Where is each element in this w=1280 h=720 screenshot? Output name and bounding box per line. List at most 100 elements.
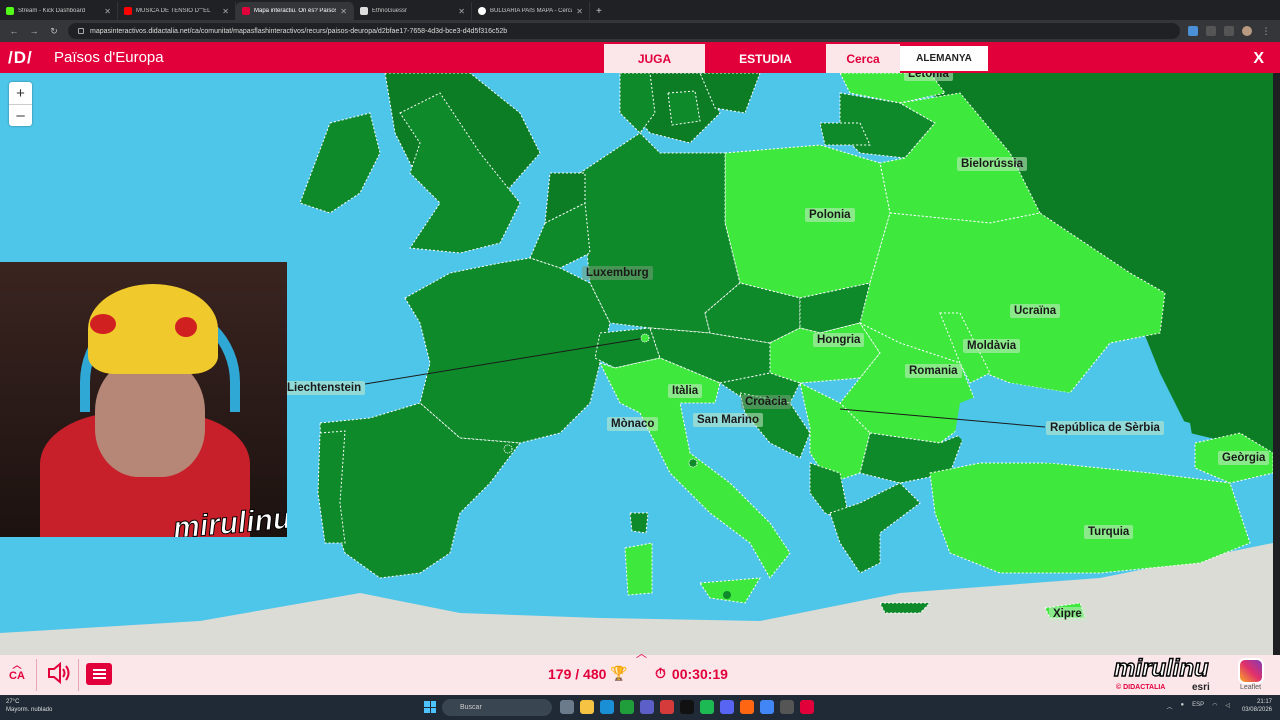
label-san-marino[interactable]: San Marino — [693, 413, 763, 427]
firefox-icon[interactable] — [740, 700, 754, 714]
didactalia-logo[interactable]: /D/ — [0, 48, 46, 68]
label-georgia[interactable]: Geòrgia — [1218, 451, 1270, 465]
back-icon[interactable]: ← — [8, 26, 20, 36]
extensions-menu-icon[interactable] — [1224, 26, 1234, 36]
label-monaco[interactable]: Mònaco — [607, 417, 659, 431]
task-view-icon[interactable] — [560, 700, 574, 714]
tab-search[interactable]: Cerca — [826, 44, 900, 73]
label-romania[interactable]: Romania — [905, 364, 962, 378]
esri-logo[interactable]: esri — [1192, 682, 1210, 693]
url-field[interactable]: mapasinteractivos.didactalia.net/ca/comu… — [68, 23, 1180, 39]
close-tab-icon[interactable]: ✕ — [340, 7, 347, 16]
expand-arrow-icon[interactable]: ︿ — [636, 645, 647, 661]
app-icon[interactable] — [660, 700, 674, 714]
wifi-icon[interactable]: ◠ — [1212, 702, 1217, 711]
tab-play[interactable]: JUGA — [604, 44, 705, 73]
close-tab-icon[interactable]: ✕ — [222, 7, 229, 16]
profile-avatar-icon[interactable] — [1242, 26, 1252, 36]
site-info-icon[interactable] — [78, 28, 84, 34]
label-hungary[interactable]: Hongria — [813, 333, 865, 347]
browser-tab[interactable]: MÚSICA DE TENSIÓ D""EL ✕ — [118, 2, 236, 20]
volume-icon[interactable]: ◁ — [1225, 702, 1230, 711]
label-cyprus[interactable]: Xipre — [1049, 607, 1086, 621]
label-liechtenstein[interactable]: Liechtenstein — [283, 381, 366, 395]
weather-temp: 27°C — [6, 699, 20, 705]
microphone-icon[interactable]: ● — [1180, 702, 1184, 711]
menu-kebab-icon[interactable]: ⋮ — [1260, 26, 1272, 37]
list-icon[interactable] — [86, 663, 112, 685]
stopwatch-icon: ⏱ — [655, 665, 666, 681]
file-explorer-icon[interactable] — [580, 700, 594, 714]
language-code: CA — [9, 670, 25, 682]
windows-start-icon[interactable] — [424, 701, 436, 713]
label-latvia[interactable]: Letònia — [904, 73, 953, 81]
mode-tabs: JUGA ESTUDIA Cerca — [604, 44, 900, 73]
label-ukraine[interactable]: Ucraïna — [1010, 304, 1061, 318]
leaflet-link[interactable]: Leaflet — [1240, 684, 1261, 691]
extension-icon[interactable] — [1206, 26, 1216, 36]
malta-marker[interactable] — [723, 591, 731, 599]
chrome-icon[interactable] — [760, 700, 774, 714]
timer-display: ⏱ 00:30:19 — [655, 665, 728, 682]
label-italy[interactable]: Itàlia — [668, 384, 703, 398]
label-luxembourg[interactable]: Luxemburg — [582, 266, 653, 280]
close-tab-icon[interactable]: ✕ — [576, 7, 583, 16]
input-language[interactable]: ESP — [1192, 702, 1204, 711]
settings-icon[interactable] — [780, 700, 794, 714]
instagram-icon — [1238, 658, 1264, 684]
teams-icon[interactable] — [640, 700, 654, 714]
didactalia-favicon-icon — [242, 7, 250, 15]
tab-title: BULGARIA PAÍS MAPA - Cerca — [490, 8, 573, 14]
divider — [36, 659, 37, 691]
kick-favicon-icon — [6, 7, 14, 15]
url-text: mapasinteractivos.didactalia.net/ca/comu… — [90, 27, 508, 35]
label-croatia[interactable]: Croàcia — [741, 395, 792, 409]
zoom-out-button[interactable]: – — [9, 104, 32, 126]
search-input[interactable]: ALEMANYA — [900, 46, 988, 71]
close-tab-icon[interactable]: ✕ — [458, 7, 465, 16]
spotify-icon[interactable] — [700, 700, 714, 714]
browser-tab[interactable]: BULGARIA PAÍS MAPA - Cerca ✕ — [472, 2, 590, 20]
app-header: /D/ Països d'Europa JUGA ESTUDIA Cerca A… — [0, 42, 1280, 73]
tab-title: Stream - Kick Dashboard — [18, 8, 86, 14]
reload-icon[interactable]: ↻ — [48, 26, 60, 37]
label-belarus[interactable]: Bielorússia — [957, 157, 1027, 171]
country-corsica — [629, 512, 649, 534]
clock[interactable]: 21:17 03/08/2026 — [1242, 698, 1272, 714]
country-turkey[interactable] — [929, 462, 1251, 574]
weather-widget[interactable]: 27°C Mayorm. nublado — [6, 698, 52, 714]
xbox-icon[interactable] — [620, 700, 634, 714]
app-icon[interactable] — [800, 700, 814, 714]
browser-tab[interactable]: EthnoGuessr ✕ — [354, 2, 472, 20]
browser-tab-active[interactable]: Mapa interactiu. On és? Països ✕ — [236, 2, 354, 20]
browser-tab[interactable]: Stream - Kick Dashboard ✕ — [0, 2, 118, 20]
close-button[interactable]: X — [1253, 50, 1264, 68]
close-tab-icon[interactable]: ✕ — [104, 7, 111, 16]
edge-icon[interactable] — [600, 700, 614, 714]
clock-time: 21:17 — [1256, 699, 1272, 705]
didactalia-credit[interactable]: © DIDACTALIA — [1116, 684, 1165, 691]
tab-study[interactable]: ESTUDIA — [705, 44, 826, 73]
vatican-marker[interactable] — [688, 458, 698, 468]
tiktok-icon[interactable] — [680, 700, 694, 714]
taskbar-search[interactable]: Buscar — [442, 699, 552, 716]
tab-title: MÚSICA DE TENSIÓ D""EL — [136, 8, 211, 14]
language-selector[interactable]: ︿ CA — [8, 661, 26, 683]
sound-icon[interactable] — [47, 662, 71, 684]
zoom-in-button[interactable]: + — [9, 82, 32, 104]
country-germany[interactable] — [579, 132, 741, 334]
label-turkey[interactable]: Turquia — [1084, 525, 1134, 539]
country-gotland — [667, 90, 701, 126]
youtube-favicon-icon — [124, 7, 132, 15]
label-serbia[interactable]: República de Sèrbia — [1046, 421, 1164, 435]
chevron-up-icon[interactable]: ︿ — [1166, 702, 1172, 711]
extension-icon[interactable] — [1188, 26, 1198, 36]
andorra-marker[interactable] — [503, 444, 513, 454]
label-poland[interactable]: Polonia — [805, 208, 855, 222]
forward-icon[interactable]: → — [28, 26, 40, 36]
label-moldova[interactable]: Moldàvia — [963, 339, 1021, 353]
discord-icon[interactable] — [720, 700, 734, 714]
liechtenstein-marker[interactable] — [640, 333, 650, 343]
trophy-icon: 🏆 — [610, 665, 628, 681]
new-tab-button[interactable]: + — [590, 2, 608, 20]
